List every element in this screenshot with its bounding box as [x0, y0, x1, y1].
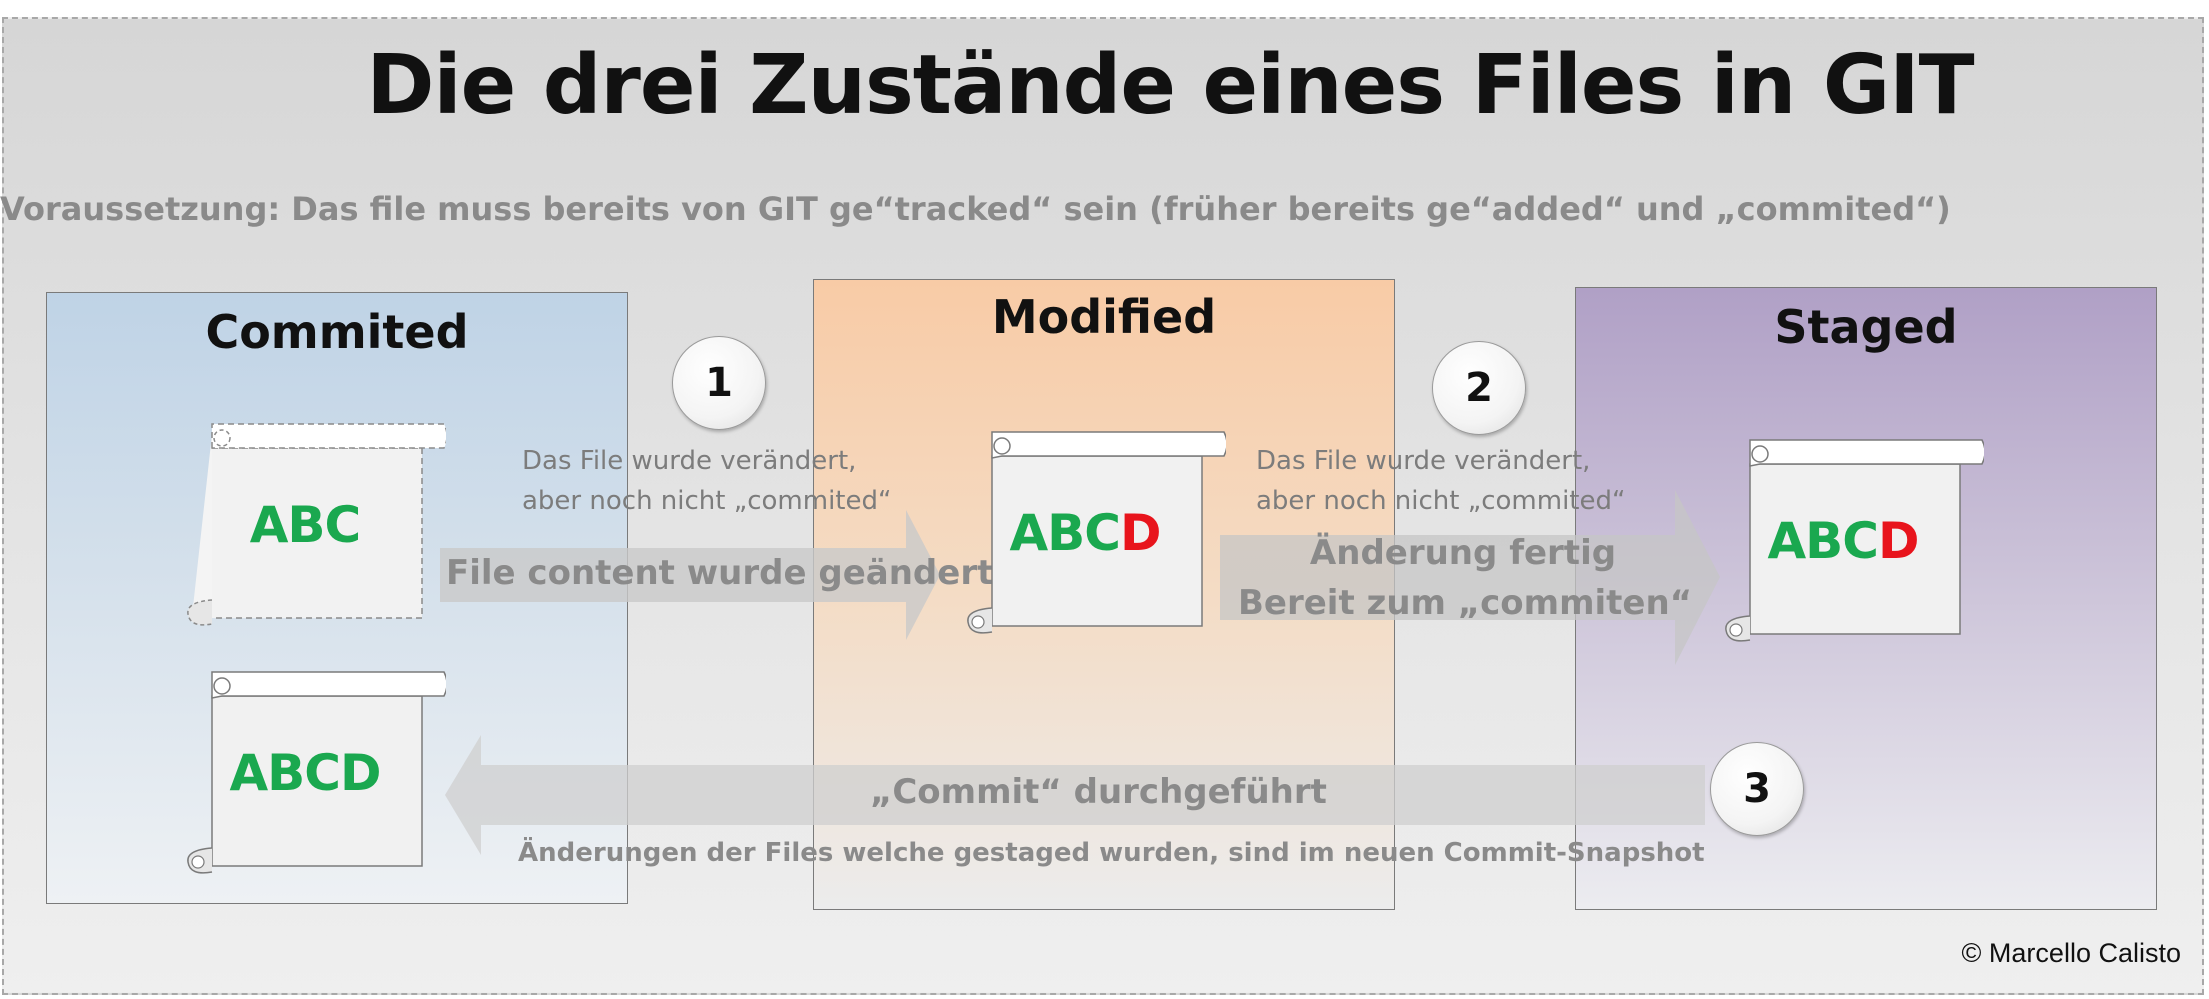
step-3-note: Änderungen der Files welche gestaged wur… — [518, 838, 1705, 868]
step-2-arrow-label: Änderung fertig Bereit zum „commiten“ — [1238, 528, 1693, 628]
copyright-notice: © Marcello Calisto — [1961, 938, 2181, 968]
step-1-note-line1: Das File wurde verändert, — [522, 446, 857, 476]
step-2-note-line2: aber noch nicht „commited“ — [1256, 486, 1626, 516]
diagram: Die drei Zustände eines Files in GIT Vor… — [0, 0, 2209, 999]
step-3-badge: 3 — [1710, 742, 1804, 836]
file-commited-new-content: ABCD — [229, 744, 381, 802]
diagram-subtitle: Voraussetzung: Das file muss bereits von… — [0, 190, 1951, 228]
file-modified: ABC D — [962, 428, 1226, 636]
file-commited-new: ABCD — [182, 668, 446, 876]
file-staged: ABC D — [1720, 436, 1984, 644]
diagram-title: Die drei Zustände eines Files in GIT — [366, 38, 1974, 133]
step-1-arrow-label: File content wurde geändert — [446, 553, 994, 593]
file-commited-old-content: ABC — [249, 496, 362, 554]
step-2-arrow-line2: Bereit zum „commiten“ — [1238, 583, 1693, 623]
step-1-note: Das File wurde verändert, aber noch nich… — [522, 441, 891, 521]
step-3-arrow-label: „Commit“ durchgeführt — [870, 772, 1327, 812]
file-modified-change: D — [1120, 504, 1162, 562]
state-label-staged: Staged — [1774, 300, 1958, 354]
step-1-note-line2: aber noch nicht „commited“ — [522, 486, 892, 516]
step-1-badge: 1 — [672, 336, 766, 430]
step-2-note: Das File wurde verändert, aber noch nich… — [1256, 441, 1625, 521]
step-2-arrow-line1: Änderung fertig — [1309, 533, 1617, 573]
state-label-commited: Commited — [205, 305, 469, 359]
file-staged-change: D — [1878, 512, 1920, 570]
file-modified-content: ABC D — [1009, 504, 1162, 562]
file-staged-content: ABC D — [1767, 512, 1920, 570]
step-2-note-line1: Das File wurde verändert, — [1256, 446, 1591, 476]
file-commited-old: ABC — [182, 420, 446, 628]
state-label-modified: Modified — [991, 290, 1217, 344]
step-2-badge: 2 — [1432, 341, 1526, 435]
